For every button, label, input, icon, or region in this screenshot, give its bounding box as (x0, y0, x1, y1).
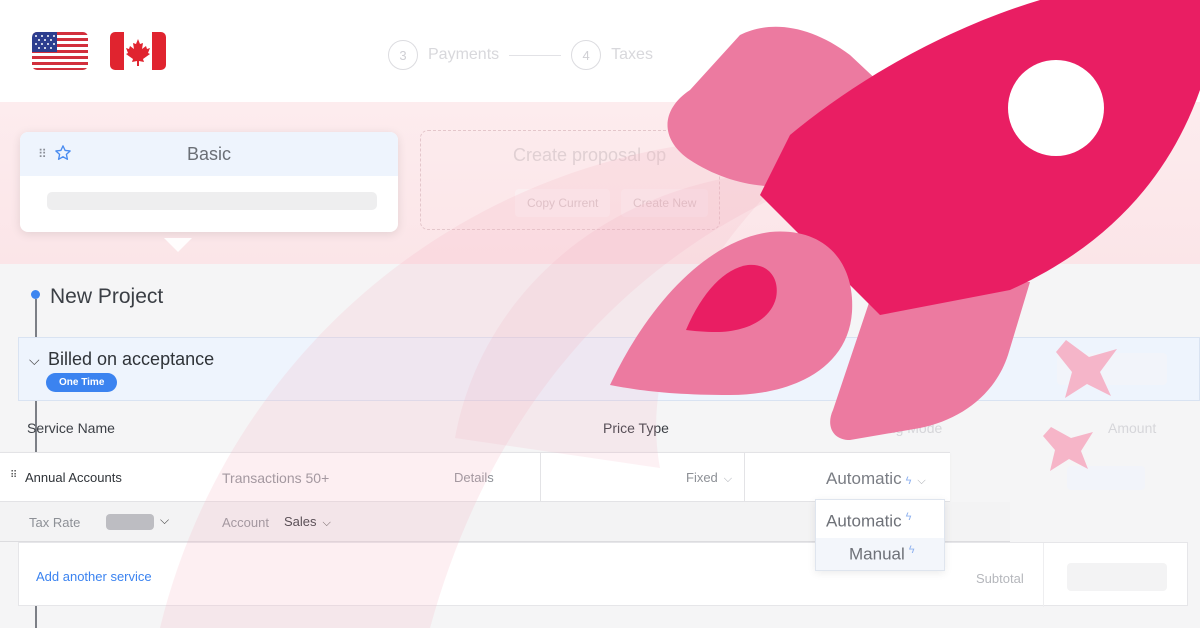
chevron-down-icon: ⌵ (723, 473, 733, 485)
account-select[interactable]: Sales ⌵ (284, 514, 331, 530)
create-proposal-title: Create proposal op (513, 145, 667, 165)
amount-placeholder (1067, 466, 1145, 490)
billing-schedule-title: Billed on acceptance (48, 349, 215, 369)
copy-current-button[interactable]: Copy Current (515, 189, 611, 217)
create-new-button[interactable]: Create New (621, 189, 709, 217)
lightning-icon: ϟ (908, 544, 915, 556)
cell-divider (540, 453, 541, 503)
billing-mode-value: Automatic (826, 469, 902, 488)
billing-mode-select[interactable]: Automatic ϟ ⌵ (826, 469, 926, 489)
column-header-amount: Amount (1108, 420, 1157, 436)
dropdown-option-manual[interactable]: Manual ϟ (816, 538, 944, 570)
price-type-value: Fixed (686, 470, 718, 485)
chevron-down-icon[interactable]: ⌵ (29, 352, 40, 369)
cell-divider (1043, 543, 1044, 607)
step-number[interactable]: 3 (388, 40, 418, 70)
column-header-service-name: Service Name (27, 420, 115, 436)
service-footer: Add another service Subtotal (18, 542, 1188, 607)
step-connector (509, 54, 562, 56)
lightning-icon: ϟ (905, 511, 912, 523)
project-title: New Project (50, 285, 164, 308)
tax-rate-select[interactable] (106, 514, 154, 530)
account-value: Sales (284, 514, 317, 529)
chevron-down-icon: ⌵ (917, 475, 926, 487)
proposal-option-card[interactable]: ⠿ Basic (20, 132, 398, 232)
account-label: Account (222, 515, 269, 530)
create-proposal-card: Create proposal op Copy Current Create N… (420, 130, 720, 230)
timeline-dot (31, 290, 40, 299)
subtotal-value-placeholder (1067, 563, 1167, 591)
price-type-select[interactable]: Fixed ⌵ (686, 470, 732, 486)
cell-divider (744, 453, 745, 503)
option-label: Automatic (826, 511, 902, 531)
step-label-payments[interactable]: Payments (428, 46, 499, 64)
drag-handle-icon[interactable]: ⠿ (10, 470, 17, 481)
chevron-down-icon[interactable]: ⌵ (160, 513, 169, 528)
card-pointer (164, 238, 192, 252)
option-label: Manual (849, 544, 905, 564)
add-service-link[interactable]: Add another service (36, 569, 152, 584)
details-link[interactable]: Details (454, 470, 494, 485)
service-name-cell[interactable]: Annual Accounts (25, 470, 122, 485)
subtotal-label: Subtotal (976, 571, 1024, 586)
step-label-taxes[interactable]: Taxes (611, 46, 653, 64)
step-number[interactable]: 4 (571, 40, 602, 70)
add-button-placeholder (1057, 353, 1167, 385)
wizard-steps: 3 Payments 4 Taxes (388, 40, 653, 70)
us-flag-icon[interactable] (32, 32, 88, 70)
proposal-card-title: Basic (186, 144, 231, 164)
canada-flag-icon[interactable] (110, 32, 166, 70)
country-flags (32, 32, 166, 70)
billing-mode-dropdown: Automatic ϟ Manual ϟ (815, 499, 945, 571)
column-header-price-type: Price Type (603, 420, 669, 436)
dropdown-option-automatic[interactable]: Automatic ϟ (826, 511, 911, 532)
table-row[interactable]: ⠿ Annual Accounts Transactions 50+ Detai… (0, 452, 950, 503)
placeholder-bar (47, 192, 377, 210)
billing-schedule-header[interactable]: ⌵ Billed on acceptance One Time (18, 337, 1200, 401)
billing-type-badge: One Time (46, 373, 118, 392)
chevron-down-icon: ⌵ (322, 517, 331, 529)
service-description-cell[interactable]: Transactions 50+ (222, 470, 329, 486)
tax-rate-label: Tax Rate (29, 515, 81, 530)
proposal-card-header: ⠿ Basic (20, 132, 398, 176)
column-header-billing-mode: Billing Mode (866, 420, 943, 436)
lightning-icon: ϟ (905, 475, 912, 487)
